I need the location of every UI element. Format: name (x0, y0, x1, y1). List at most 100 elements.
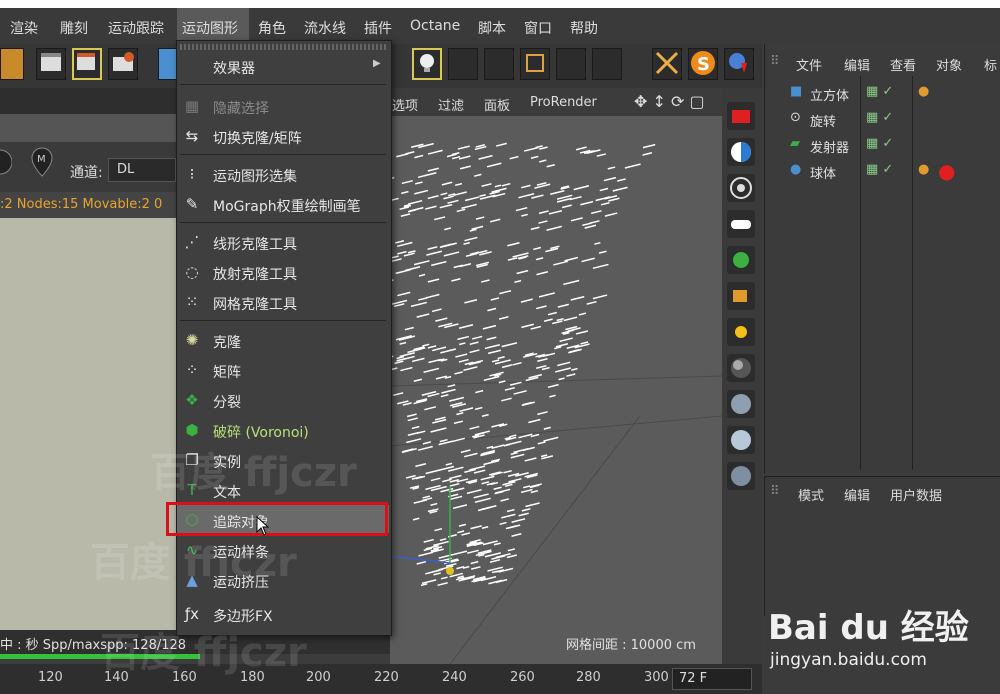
menu-item-matrix[interactable]: ⁘ 矩阵 (177, 356, 389, 384)
visibility-check-icon[interactable]: ▦ ✓ (866, 136, 893, 151)
menu-octane[interactable]: Octane (410, 18, 460, 34)
menu-item-label: 矩阵 (213, 365, 241, 381)
spline-tool-icon[interactable] (520, 48, 550, 80)
frame-field-value: 72 F (679, 671, 708, 686)
menu-item-linear-clone[interactable]: ⋰ 线形克隆工具 (177, 228, 389, 256)
particle-trail (557, 361, 571, 367)
tag-icon[interactable]: ● (918, 84, 929, 99)
am-menu-userdata[interactable]: 用户数据 (890, 485, 942, 504)
particle-trail (563, 279, 580, 286)
particle-trail (603, 176, 617, 182)
material-tag-icon[interactable]: ● (938, 159, 955, 183)
submenu-arrow-icon: ▶ (373, 58, 381, 69)
map-pin-icon[interactable]: M (30, 146, 54, 178)
render-settings-icon[interactable] (108, 48, 138, 80)
menu-item-mograph-selection[interactable]: ⁝ 运动图形选集 (177, 160, 389, 188)
om-menu-file[interactable]: 文件 (796, 55, 822, 74)
particle-trail (421, 579, 437, 585)
visibility-check-icon[interactable]: ▦ ✓ (866, 162, 893, 177)
sphere-glass-icon[interactable] (727, 426, 755, 454)
menu-item-radial-clone[interactable]: ◌ 放射克隆工具 (177, 258, 389, 286)
particle-trail (461, 203, 477, 209)
boxes-icon[interactable] (727, 282, 755, 310)
tag-icon[interactable]: ● (918, 162, 929, 177)
render-active-icon[interactable] (72, 48, 102, 80)
panel-grip-icon[interactable]: ⠿ (770, 54, 780, 69)
s-plugin-icon[interactable]: S (688, 48, 718, 80)
particle-trail (464, 452, 478, 458)
light-bulb-icon[interactable] (412, 48, 442, 80)
menu-item-submenu-arrow[interactable]: 效果器 ▶ (177, 52, 389, 80)
menu-item-weight-brush[interactable]: ✎ MoGraph权重绘制画笔 (177, 190, 389, 218)
deform-tool-icon[interactable] (484, 48, 514, 80)
om-menu-view[interactable]: 查看 (890, 55, 916, 74)
frame-field[interactable]: 72 F (672, 668, 752, 690)
particle-trail (447, 384, 456, 388)
menu-script[interactable]: 脚本 (478, 18, 506, 38)
particle-trail (451, 550, 468, 556)
particle-trail (493, 542, 501, 546)
particle-trail (513, 390, 527, 395)
pill-light-icon[interactable] (727, 210, 755, 238)
primitive-cube-icon[interactable] (158, 48, 178, 80)
menu-render[interactable]: 渲染 (10, 18, 38, 38)
particle-trail (410, 301, 427, 308)
down-arrow-icon[interactable] (724, 48, 754, 80)
camera-record-icon[interactable] (727, 102, 755, 130)
viewport-menu-panel[interactable]: 面板 (484, 95, 510, 114)
matrix-icon: ⁘ (185, 361, 199, 379)
menu-plugins[interactable]: 插件 (364, 18, 392, 38)
viewport-menu-prorender[interactable]: ProRender (530, 95, 597, 110)
visibility-check-icon[interactable]: ▦ ✓ (866, 110, 893, 125)
sun-icon[interactable] (727, 318, 755, 346)
menu-mograph[interactable]: 运动图形 (182, 18, 238, 38)
menu-tearoff-handle[interactable] (180, 44, 386, 50)
snap-icon[interactable] (652, 48, 682, 80)
particle-trail (569, 195, 582, 201)
menu-pipeline[interactable]: 流水线 (304, 18, 346, 38)
menu-motion-tracking[interactable]: 运动跟踪 (108, 18, 164, 38)
om-menu-edit[interactable]: 编辑 (844, 55, 870, 74)
particle-trail (562, 204, 572, 209)
viewport-3d[interactable] (390, 116, 722, 664)
sphere-material-icon[interactable] (727, 354, 755, 382)
sphere-material-2-icon[interactable] (727, 390, 755, 418)
particle-trail (506, 524, 521, 530)
visibility-check-icon[interactable]: ▦ ✓ (866, 84, 893, 99)
particle-trail (427, 195, 439, 200)
om-menu-tag[interactable]: 标 (984, 55, 997, 74)
symmetry-icon[interactable] (592, 48, 622, 80)
cube-tool-icon[interactable] (0, 48, 24, 80)
sphere-env-icon[interactable] (727, 462, 755, 490)
menu-item-cloner[interactable]: ✺ 克隆 (177, 326, 389, 354)
particle-trail (413, 260, 430, 266)
gear-green-icon[interactable] (727, 246, 755, 274)
menu-item-toggle-clone[interactable]: ⇆ 切换克隆/矩阵 (177, 122, 389, 150)
timeline-tick: 120 (38, 670, 63, 685)
viewport-menu-options[interactable]: 选项 (392, 95, 418, 114)
ik-tool-icon[interactable] (448, 48, 478, 80)
channel-select[interactable]: DL (108, 158, 176, 182)
xyz-axis-icon[interactable] (556, 48, 586, 80)
viewport-menu-filter[interactable]: 过滤 (438, 95, 464, 114)
target-icon[interactable] (727, 174, 755, 202)
menu-sculpt[interactable]: 雕刻 (60, 18, 88, 38)
menu-item-grid-clone[interactable]: ⁙ 网格克隆工具 (177, 288, 389, 316)
menu-help[interactable]: 帮助 (570, 18, 598, 38)
overlay-watermark: 百度 ffjczr (100, 630, 307, 676)
render-view-icon[interactable] (36, 48, 66, 80)
left-panel-subheader (0, 114, 176, 142)
am-menu-mode[interactable]: 模式 (798, 485, 824, 504)
menu-character[interactable]: 角色 (258, 18, 286, 38)
om-menu-object[interactable]: 对象 (936, 55, 962, 74)
am-menu-edit[interactable]: 编辑 (844, 485, 870, 504)
particle-trail (463, 241, 470, 245)
particle-trail (543, 436, 559, 442)
particle-trail (441, 181, 453, 186)
menu-window[interactable]: 窗口 (524, 18, 552, 38)
panel-grip-icon[interactable]: ⠿ (770, 484, 780, 499)
viewport-nav-icon[interactable]: ✥ ↕ ⟳ ▢ (634, 92, 705, 111)
mograph-selection-icon: ⁝ (189, 165, 195, 183)
contrast-icon[interactable] (727, 138, 755, 166)
menu-item-fracture[interactable]: ❖ 分裂 (177, 386, 389, 414)
